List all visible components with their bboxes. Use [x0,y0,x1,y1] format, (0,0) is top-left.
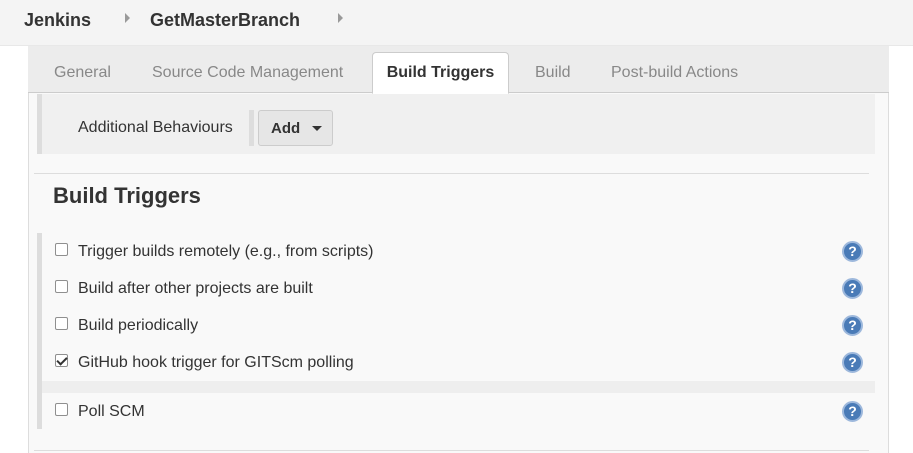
trigger-after-other-projects-checkbox[interactable] [55,280,68,293]
behaviours-divider [249,110,254,146]
help-icon[interactable]: ? [842,278,863,299]
help-icon[interactable]: ? [842,401,863,422]
section-title: Build Triggers [53,183,201,208]
add-button-label: Add [271,120,301,137]
additional-behaviours-label: Additional Behaviours [78,119,233,136]
help-icon[interactable]: ? [842,315,863,336]
breadcrumb-separator-icon[interactable] [125,13,130,23]
trigger-periodically-checkbox[interactable] [55,317,68,330]
help-icon[interactable]: ? [842,352,863,373]
trigger-remote-checkbox[interactable] [55,243,68,256]
trigger-github-hook-checkbox[interactable] [55,354,68,367]
breadcrumb-jenkins[interactable]: Jenkins [24,10,91,31]
tab-build-triggers[interactable]: Build Triggers [372,52,509,94]
section-divider [34,173,869,174]
triggers-group-bar [37,233,42,429]
help-icon[interactable]: ? [842,241,863,262]
section-bottom-divider [34,450,869,451]
trigger-periodically-label[interactable]: Build periodically [78,317,198,335]
breadcrumb-separator-icon[interactable] [338,13,343,23]
breadcrumb: Jenkins GetMasterBranch [0,0,913,46]
add-button[interactable]: Add [258,110,333,146]
chevron-down-icon [312,126,322,131]
tab-general[interactable]: General [54,64,111,82]
tab-source-code-management[interactable]: Source Code Management [152,64,343,82]
poll-scm-band [42,381,875,393]
trigger-github-hook-label[interactable]: GitHub hook trigger for GITScm polling [78,354,354,372]
trigger-after-other-projects-label[interactable]: Build after other projects are built [78,280,313,298]
trigger-remote-label[interactable]: Trigger builds remotely (e.g., from scri… [78,243,373,261]
breadcrumb-job[interactable]: GetMasterBranch [150,10,300,31]
tab-post-build-actions[interactable]: Post-build Actions [611,64,738,82]
trigger-poll-scm-checkbox[interactable] [55,403,68,416]
trigger-poll-scm-label[interactable]: Poll SCM [78,403,145,421]
tab-build[interactable]: Build [535,64,571,82]
